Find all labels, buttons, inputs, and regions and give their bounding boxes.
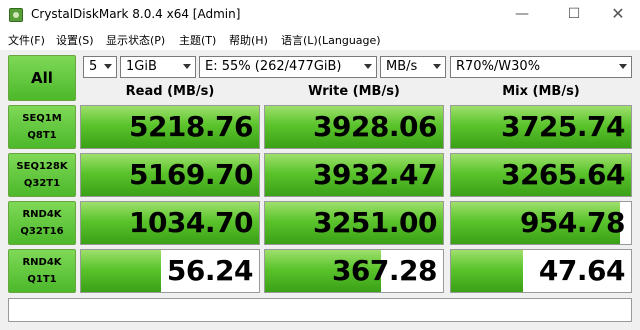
unit-value: MB/s	[386, 59, 418, 74]
test-button-0[interactable]: SEQ1M Q8T1	[8, 105, 76, 149]
test-button-3[interactable]: RND4K Q1T1	[8, 249, 76, 293]
result-value-read: 1034.70	[128, 206, 254, 239]
menu-profile[interactable]: 显示状态(P)	[106, 32, 165, 48]
result-cell-read: 1034.70	[80, 201, 260, 245]
result-cell-read: 5169.70	[80, 153, 260, 197]
column-header-mix: Mix (MB/s)	[502, 84, 580, 99]
menu-language[interactable]: 语言(L)(Language)	[281, 32, 381, 48]
result-cell-mix: 954.78	[450, 201, 632, 245]
mix-profile-select[interactable]: R70%/W30%	[450, 56, 632, 78]
chevron-down-icon	[433, 64, 441, 69]
result-value-read: 5169.70	[128, 158, 254, 191]
result-value-write: 3932.47	[312, 158, 438, 191]
result-cell-mix: 47.64	[450, 249, 632, 293]
mix-profile-value: R70%/W30%	[456, 59, 541, 74]
result-value-write: 3928.06	[312, 110, 438, 143]
test-name: SEQ128K	[16, 161, 68, 172]
close-button[interactable]: ✕	[596, 0, 640, 30]
all-button[interactable]: All	[8, 55, 76, 101]
result-value-mix: 3265.64	[500, 158, 626, 191]
test-button-1[interactable]: SEQ128K Q32T1	[8, 153, 76, 197]
menu-settings[interactable]: 设置(S)	[56, 32, 94, 48]
result-cell-write: 3932.47	[264, 153, 444, 197]
result-cell-write: 3251.00	[264, 201, 444, 245]
test-name: RND4K	[22, 257, 62, 268]
test-size-select[interactable]: 1GiB	[120, 56, 196, 78]
test-name: RND4K	[22, 209, 62, 220]
result-value-mix: 47.64	[538, 254, 626, 287]
test-params: Q32T16	[20, 226, 64, 237]
test-params: Q8T1	[27, 130, 57, 141]
unit-select[interactable]: MB/s	[380, 56, 446, 78]
drive-select[interactable]: E: 55% (262/477GiB)	[199, 56, 377, 78]
window-title: CrystalDiskMark 8.0.4 x64 [Admin]	[31, 7, 241, 21]
test-count-select[interactable]: 5	[83, 56, 117, 78]
test-params: Q1T1	[27, 274, 57, 285]
result-cell-mix: 3265.64	[450, 153, 632, 197]
comment-field[interactable]	[8, 298, 632, 322]
menu-help[interactable]: 帮助(H)	[229, 32, 268, 48]
app-icon	[9, 8, 23, 22]
chevron-down-icon	[104, 64, 112, 69]
maximize-button[interactable]: ☐	[552, 0, 596, 30]
chevron-down-icon	[619, 64, 627, 69]
test-count-value: 5	[89, 59, 98, 74]
column-header-read: Read (MB/s)	[125, 84, 215, 99]
column-header-write: Write (MB/s)	[308, 84, 400, 99]
result-value-write: 367.28	[331, 254, 438, 287]
test-name: SEQ1M	[22, 113, 62, 124]
test-params: Q32T1	[23, 178, 61, 189]
drive-value: E: 55% (262/477GiB)	[205, 59, 342, 74]
menu-bar: 文件(F) 设置(S) 显示状态(P) 主题(T) 帮助(H) 语言(L)(La…	[0, 30, 640, 50]
result-value-read: 5218.76	[128, 110, 254, 143]
result-bar-read	[81, 250, 162, 292]
test-size-value: 1GiB	[126, 59, 157, 74]
result-value-read: 56.24	[166, 254, 254, 287]
minimize-button[interactable]: —	[500, 0, 544, 30]
result-value-mix: 954.78	[519, 206, 626, 239]
test-button-2[interactable]: RND4K Q32T16	[8, 201, 76, 245]
result-cell-write: 3928.06	[264, 105, 444, 149]
result-cell-write: 367.28	[264, 249, 444, 293]
result-cell-read: 56.24	[80, 249, 260, 293]
menu-file[interactable]: 文件(F)	[8, 32, 45, 48]
title-bar: CrystalDiskMark 8.0.4 x64 [Admin] — ☐ ✕	[0, 0, 640, 31]
result-value-mix: 3725.74	[500, 110, 626, 143]
chevron-down-icon	[364, 64, 372, 69]
chevron-down-icon	[183, 64, 191, 69]
menu-theme[interactable]: 主题(T)	[179, 32, 216, 48]
result-cell-mix: 3725.74	[450, 105, 632, 149]
result-value-write: 3251.00	[312, 206, 438, 239]
result-cell-read: 5218.76	[80, 105, 260, 149]
result-bar-mix	[451, 250, 523, 292]
